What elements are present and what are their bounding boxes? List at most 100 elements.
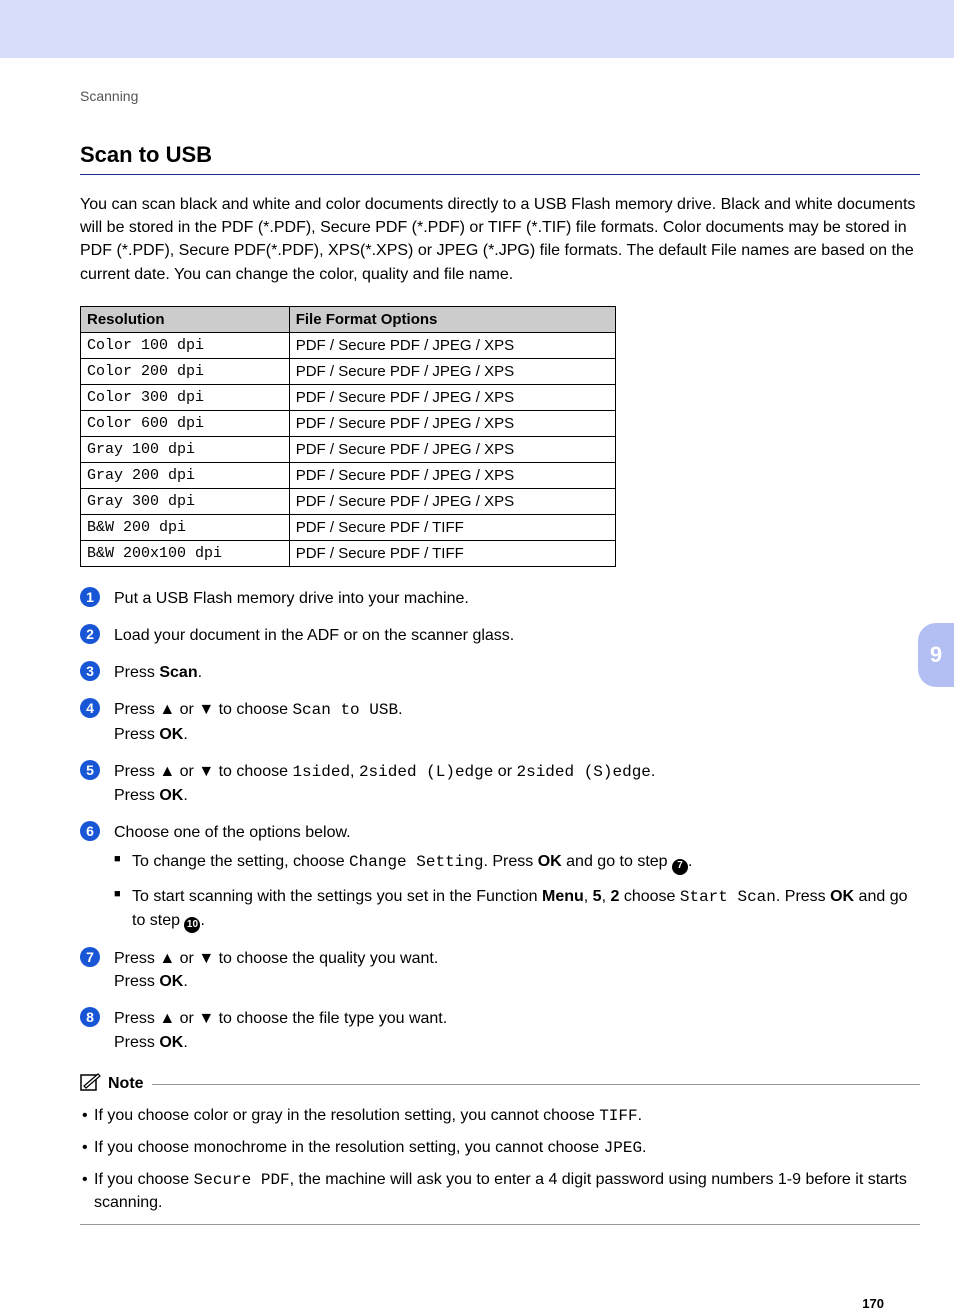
step-ref-icon: 10 <box>184 917 200 933</box>
step-text: or <box>175 763 198 780</box>
chapter-tab: 9 <box>918 623 954 687</box>
step-text: . <box>200 912 204 929</box>
table-header-resolution: Resolution <box>81 306 290 332</box>
ok-key-label: OK <box>159 726 183 743</box>
note-text: If you choose color or gray in the resol… <box>94 1107 599 1124</box>
resolution-cell: Color 100 dpi <box>81 332 290 358</box>
step-text: Put a USB Flash memory drive into your m… <box>114 590 469 607</box>
format-name: Secure PDF <box>194 1171 290 1189</box>
step-text: and go to step <box>562 853 672 870</box>
down-arrow-icon: ▼ <box>198 1010 214 1027</box>
step-text-prefix: Press <box>114 664 159 681</box>
step-text: Press <box>114 701 159 718</box>
format-name: TIFF <box>599 1107 637 1125</box>
step-6-option-a: To change the setting, choose Change Set… <box>114 850 920 874</box>
step-text: Choose one of the options below. <box>114 824 351 841</box>
step-2: Load your document in the ADF or on the … <box>80 624 920 647</box>
step-text: to choose <box>214 763 292 780</box>
step-text-suffix: . <box>198 664 202 681</box>
step-7: Press ▲ or ▼ to choose the quality you w… <box>80 947 920 993</box>
note-icon <box>80 1072 102 1097</box>
step-text: or <box>175 1010 198 1027</box>
menu-option: 2sided (S)edge <box>516 763 650 781</box>
note-item: If you choose monochrome in the resoluti… <box>80 1137 920 1159</box>
ok-key-label: OK <box>159 787 183 804</box>
up-arrow-icon: ▲ <box>159 1010 175 1027</box>
step-4: Press ▲ or ▼ to choose Scan to USB. Pres… <box>80 698 920 745</box>
top-bar <box>0 0 954 58</box>
intro-paragraph: You can scan black and white and color d… <box>80 193 920 286</box>
step-3: Press Scan. <box>80 661 920 684</box>
format-name: JPEG <box>604 1139 642 1157</box>
resolution-cell: Color 600 dpi <box>81 410 290 436</box>
step-6-option-b: To start scanning with the settings you … <box>114 885 920 933</box>
step-5: Press ▲ or ▼ to choose 1sided, 2sided (L… <box>80 760 920 807</box>
step-text: Load your document in the ADF or on the … <box>114 627 514 644</box>
step-text: . <box>183 726 187 743</box>
step-text: Press <box>114 973 159 990</box>
note-text: If you choose <box>94 1171 194 1188</box>
table-row: Color 100 dpiPDF / Secure PDF / JPEG / X… <box>81 332 616 358</box>
ok-key-label: OK <box>538 853 562 870</box>
ok-key-label: OK <box>159 973 183 990</box>
menu-option: Change Setting <box>349 853 483 871</box>
step-text: Press <box>114 1010 159 1027</box>
format-cell: PDF / Secure PDF / JPEG / XPS <box>289 410 615 436</box>
up-arrow-icon: ▲ <box>159 950 175 967</box>
up-arrow-icon: ▲ <box>159 701 175 718</box>
step-text: to choose <box>214 701 292 718</box>
format-cell: PDF / Secure PDF / JPEG / XPS <box>289 332 615 358</box>
format-cell: PDF / Secure PDF / JPEG / XPS <box>289 358 615 384</box>
note-list: If you choose color or gray in the resol… <box>80 1105 920 1215</box>
menu-key-label: Menu <box>542 888 584 905</box>
step-text: Press <box>114 950 159 967</box>
table-header-format: File Format Options <box>289 306 615 332</box>
table-row: Gray 200 dpiPDF / Secure PDF / JPEG / XP… <box>81 462 616 488</box>
format-cell: PDF / Secure PDF / JPEG / XPS <box>289 384 615 410</box>
resolution-cell: Color 200 dpi <box>81 358 290 384</box>
resolution-cell: Color 300 dpi <box>81 384 290 410</box>
step-text: to choose the quality you want. <box>214 950 438 967</box>
step-text: or <box>175 950 198 967</box>
step-8: Press ▲ or ▼ to choose the file type you… <box>80 1007 920 1053</box>
note-item: If you choose Secure PDF, the machine wi… <box>80 1169 920 1214</box>
format-cell: PDF / Secure PDF / JPEG / XPS <box>289 488 615 514</box>
ok-key-label: OK <box>830 888 854 905</box>
chapter-number: 9 <box>930 642 942 668</box>
down-arrow-icon: ▼ <box>198 763 214 780</box>
table-row: Color 600 dpiPDF / Secure PDF / JPEG / X… <box>81 410 616 436</box>
step-text: Press <box>114 787 159 804</box>
step-1: Put a USB Flash memory drive into your m… <box>80 587 920 610</box>
note-text: . <box>642 1139 646 1156</box>
format-table: Resolution File Format Options Color 100… <box>80 306 616 567</box>
format-cell: PDF / Secure PDF / JPEG / XPS <box>289 462 615 488</box>
down-arrow-icon: ▼ <box>198 701 214 718</box>
step-text: to choose the file type you want. <box>214 1010 447 1027</box>
page-body: 9 Scanning Scan to USB You can scan blac… <box>0 88 954 1285</box>
step-text: Press <box>114 1034 159 1051</box>
step-text: or <box>175 701 198 718</box>
note-item: If you choose color or gray in the resol… <box>80 1105 920 1127</box>
resolution-cell: Gray 200 dpi <box>81 462 290 488</box>
page-title: Scan to USB <box>80 142 920 175</box>
format-cell: PDF / Secure PDF / TIFF <box>289 514 615 540</box>
step-text: . <box>651 763 655 780</box>
step-text: . Press <box>483 853 537 870</box>
resolution-cell: B&W 200 dpi <box>81 514 290 540</box>
step-text: , <box>584 888 593 905</box>
format-cell: PDF / Secure PDF / JPEG / XPS <box>289 436 615 462</box>
note-text: If you choose monochrome in the resoluti… <box>94 1139 604 1156</box>
up-arrow-icon: ▲ <box>159 763 175 780</box>
menu-option: Start Scan <box>680 888 776 906</box>
page-number: 170 <box>862 1296 884 1311</box>
table-row: B&W 200 dpiPDF / Secure PDF / TIFF <box>81 514 616 540</box>
table-row: Gray 300 dpiPDF / Secure PDF / JPEG / XP… <box>81 488 616 514</box>
note-heading: Note <box>80 1072 920 1097</box>
down-arrow-icon: ▼ <box>198 950 214 967</box>
step-text: To start scanning with the settings you … <box>132 888 542 905</box>
format-cell: PDF / Secure PDF / TIFF <box>289 540 615 566</box>
step-text: , <box>350 763 359 780</box>
step-text: choose <box>619 888 679 905</box>
step-list: Put a USB Flash memory drive into your m… <box>80 587 920 1054</box>
step-6-options: To change the setting, choose Change Set… <box>114 850 920 933</box>
